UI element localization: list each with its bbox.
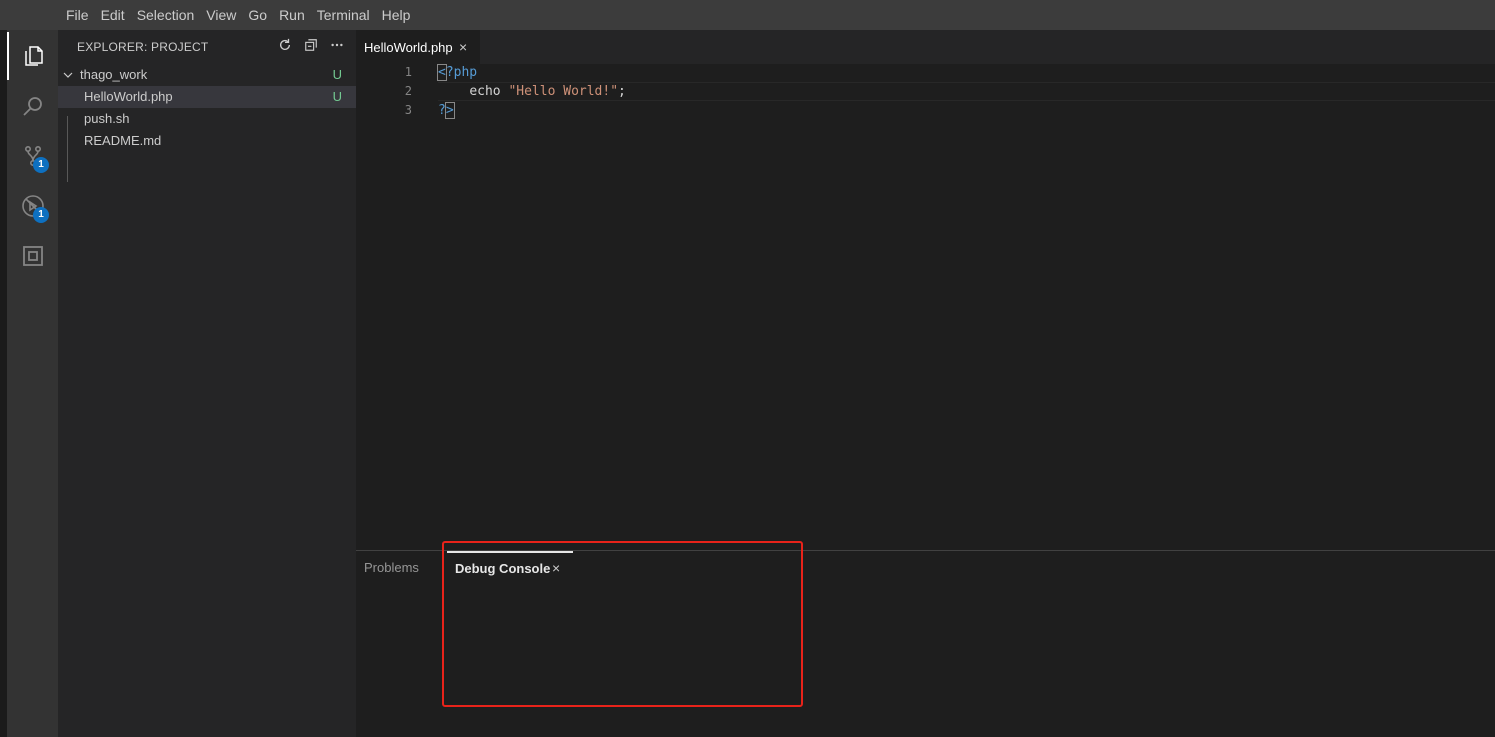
code-editor[interactable]: 1 2 3 <?php echo "Hello World!"; ?> <box>356 64 1495 550</box>
line-number: 2 <box>404 84 412 98</box>
string-literal: "Hello World!" <box>508 84 619 99</box>
menu-edit[interactable]: Edit <box>95 0 131 30</box>
php-close-bracket: > <box>444 102 455 119</box>
tab-helloworld-php[interactable]: HelloWorld.php × <box>356 30 480 64</box>
semicolon: ; <box>618 84 626 99</box>
tab-problems[interactable]: Problems <box>364 560 419 575</box>
refresh-icon[interactable] <box>278 38 292 52</box>
window-left-edge <box>0 0 7 737</box>
menu-file[interactable]: File <box>60 0 95 30</box>
menu-items: File Edit Selection View Go Run Terminal… <box>60 0 416 30</box>
explorer-actions <box>278 38 344 52</box>
highlight-box <box>442 541 803 707</box>
tree-file-readme[interactable]: README.md <box>58 130 356 152</box>
file-name: README.md <box>84 133 162 148</box>
php-close-question: ? <box>438 103 446 118</box>
menu-bar: File Edit Selection View Go Run Terminal… <box>0 0 1495 30</box>
tab-label: HelloWorld.php <box>364 40 453 55</box>
close-icon[interactable]: × <box>459 39 467 55</box>
search-activity-button[interactable] <box>7 82 58 130</box>
menu-help[interactable]: Help <box>376 0 417 30</box>
tree-file-push-sh[interactable]: push.sh <box>58 108 356 130</box>
code-line-3: ?> <box>438 102 455 119</box>
file-name: HelloWorld.php <box>84 89 173 104</box>
git-status-untracked: U <box>332 67 342 82</box>
file-name: push.sh <box>84 111 130 126</box>
code-line-1: <?php <box>437 64 478 81</box>
search-icon <box>22 97 42 116</box>
menu-go[interactable]: Go <box>242 0 273 30</box>
extensions-icon <box>22 246 43 266</box>
menu-view[interactable]: View <box>200 0 242 30</box>
explorer-title: EXPLORER: PROJECT <box>77 40 209 54</box>
explorer-sidebar: EXPLORER: PROJECT thago_work U HelloWorl… <box>58 30 356 737</box>
php-open-bracket: < <box>437 64 447 81</box>
menu-terminal[interactable]: Terminal <box>311 0 376 30</box>
chevron-down-icon <box>63 72 73 78</box>
line-number: 1 <box>404 65 412 79</box>
tree-folder-thago-work[interactable]: thago_work U <box>58 64 356 86</box>
activity-bar: 1 1 <box>7 30 58 737</box>
files-icon <box>24 46 43 66</box>
echo-keyword: echo <box>469 84 501 99</box>
menu-run[interactable]: Run <box>273 0 311 30</box>
source-control-badge: 1 <box>33 157 49 173</box>
extensions-activity-button[interactable] <box>7 232 58 280</box>
collapse-all-icon[interactable] <box>304 38 318 52</box>
code-line-2: echo "Hello World!"; <box>438 84 626 99</box>
run-debug-activity-button[interactable]: 1 <box>7 182 58 230</box>
menu-selection[interactable]: Selection <box>131 0 201 30</box>
git-status-untracked: U <box>332 89 342 104</box>
editor-tab-bar: HelloWorld.php × <box>356 30 1495 64</box>
php-open-tag: ?php <box>445 65 478 80</box>
source-control-activity-button[interactable]: 1 <box>7 132 58 180</box>
more-actions-icon[interactable] <box>330 38 344 52</box>
line-number: 3 <box>404 103 412 117</box>
debug-badge: 1 <box>33 207 49 223</box>
tree-file-helloworld[interactable]: HelloWorld.php U <box>58 86 356 108</box>
folder-name: thago_work <box>80 67 148 82</box>
explorer-activity-button[interactable] <box>7 32 58 80</box>
